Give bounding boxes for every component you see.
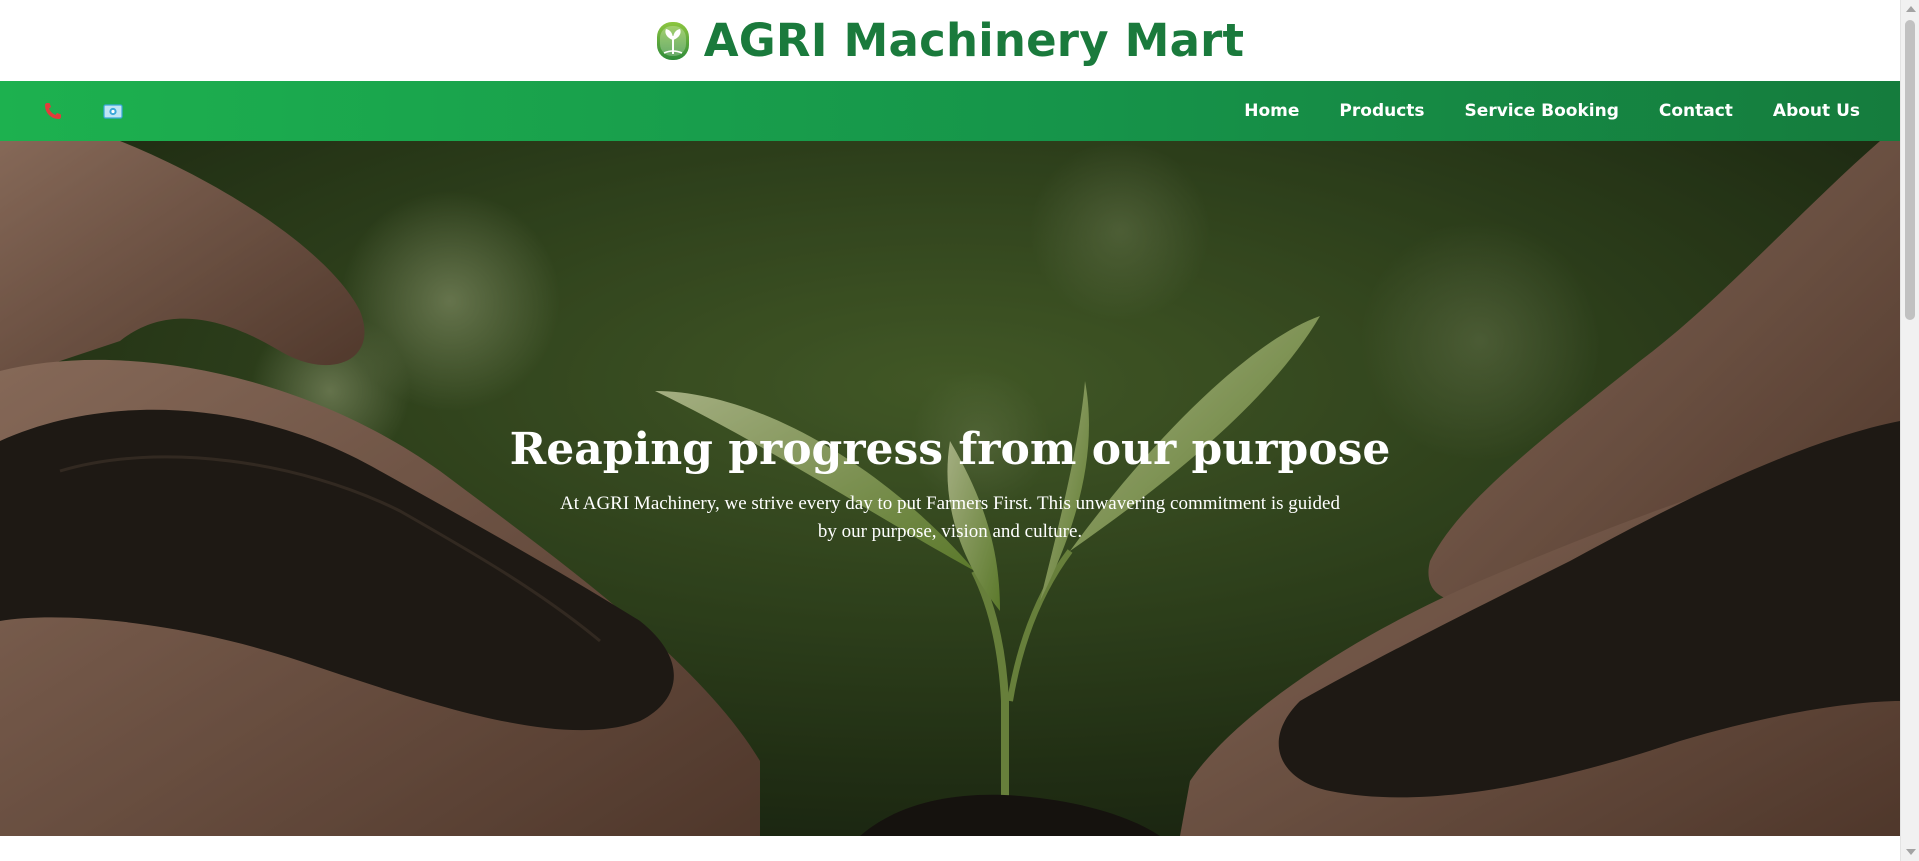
scroll-down-arrow-icon[interactable] (1906, 849, 1916, 855)
contact-icons (42, 100, 124, 122)
main-navbar: Home Products Service Booking Contact Ab… (0, 81, 1900, 141)
nav-link-products[interactable]: Products (1339, 101, 1424, 121)
tree-leaf-logo-icon (656, 21, 689, 60)
nav-link-home[interactable]: Home (1244, 101, 1299, 121)
nav-link-contact[interactable]: Contact (1659, 101, 1733, 121)
scrollbar-thumb[interactable] (1905, 20, 1915, 320)
phone-icon[interactable] (42, 100, 64, 122)
scroll-up-arrow-icon[interactable] (1906, 6, 1916, 12)
page-scrollbar[interactable] (1900, 0, 1919, 861)
nav-link-service-booking[interactable]: Service Booking (1465, 101, 1619, 121)
site-title: AGRI Machinery Mart (703, 14, 1245, 67)
hero-content: Reaping progress from our purpose At AGR… (0, 424, 1900, 546)
email-icon[interactable] (102, 100, 124, 122)
hero-section: Reaping progress from our purpose At AGR… (0, 141, 1900, 836)
brand[interactable]: AGRI Machinery Mart (656, 18, 1245, 63)
hero-title: Reaping progress from our purpose (509, 424, 1391, 475)
nav-link-about-us[interactable]: About Us (1773, 101, 1860, 121)
hero-description: At AGRI Machinery, we strive every day t… (560, 493, 1340, 543)
nav-links: Home Products Service Booking Contact Ab… (1244, 101, 1860, 121)
site-header: AGRI Machinery Mart (0, 0, 1900, 81)
